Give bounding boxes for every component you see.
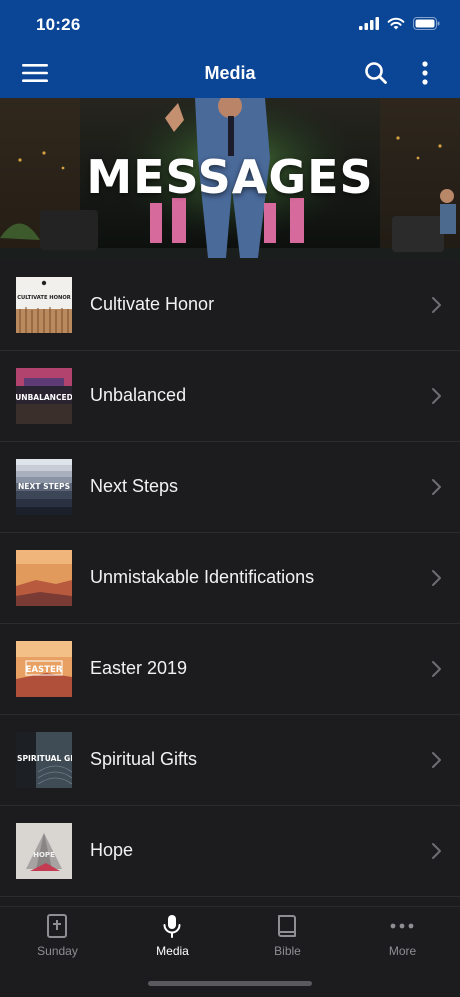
bible-cross-icon: [47, 914, 67, 938]
tab-label: Media: [156, 944, 189, 958]
vertical-dots-icon: [422, 61, 428, 85]
cultivate-honor-artwork: CULTIVATE HONOR: [16, 277, 72, 333]
message-series-list: CULTIVATE HONOR Cultivate Honor UNBALANC…: [0, 260, 460, 897]
page-title: Media: [204, 63, 256, 83]
spiritual-gifts-artwork: SPIRITUAL GI: [16, 732, 72, 788]
chevron-right-icon: [432, 843, 441, 859]
series-title: Unmistakable Identifications: [90, 567, 315, 587]
easter-2019-artwork: EASTER: [16, 641, 72, 697]
series-thumbnail: UNBALANCED: [16, 368, 72, 424]
search-icon: [365, 62, 387, 84]
series-title: Easter 2019: [90, 658, 188, 678]
list-item[interactable]: EASTER Easter 2019: [0, 624, 460, 715]
list-item[interactable]: UNBALANCED Unbalanced: [0, 351, 460, 442]
tab-label: More: [388, 944, 417, 958]
list-item[interactable]: CULTIVATE HONOR Cultivate Honor: [0, 260, 460, 351]
series-title: Unbalanced: [90, 385, 187, 405]
navigation-bar: Media: [0, 48, 460, 98]
series-thumbnail: CULTIVATE HONOR: [16, 277, 72, 333]
status-icons: [359, 17, 440, 30]
svg-text:SPIRITUAL GI: SPIRITUAL GI: [17, 754, 72, 763]
series-thumbnail: [16, 550, 72, 606]
series-title: Spiritual Gifts: [90, 749, 198, 769]
more-options-button[interactable]: [410, 58, 440, 88]
chevron-right-icon: [432, 297, 441, 313]
svg-text:CULTIVATE HONOR: CULTIVATE HONOR: [17, 295, 71, 301]
chevron-right-icon: [432, 661, 441, 677]
wifi-icon: [387, 17, 405, 30]
series-title: Hope: [90, 840, 134, 860]
list-item[interactable]: NEXT STEPS Next Steps: [0, 442, 460, 533]
series-title: Cultivate Honor: [90, 294, 215, 314]
unbalanced-artwork: UNBALANCED: [16, 368, 72, 424]
series-thumbnail: EASTER: [16, 641, 72, 697]
series-thumbnail: HOPE: [16, 823, 72, 879]
svg-text:UNBALANCED: UNBALANCED: [16, 393, 72, 402]
home-indicator: [148, 981, 312, 986]
status-time: 10:26: [36, 15, 81, 34]
hero-title: MESSAGES: [86, 150, 374, 204]
search-button[interactable]: [361, 58, 391, 88]
battery-icon: [413, 17, 440, 30]
list-item[interactable]: HOPE Hope: [0, 806, 460, 897]
tab-label: Sunday: [37, 944, 78, 958]
tab-label: Bible: [274, 944, 301, 958]
svg-text:EASTER: EASTER: [26, 665, 63, 675]
list-item[interactable]: Unmistakable Identifications: [0, 533, 460, 624]
series-thumbnail: NEXT STEPS: [16, 459, 72, 515]
unmistakable-identifications-artwork: [16, 550, 72, 606]
tab-media[interactable]: Media: [115, 907, 230, 967]
hope-artwork: HOPE: [16, 823, 72, 879]
chevron-right-icon: [432, 479, 441, 495]
horizontal-dots-icon: [390, 923, 414, 929]
chevron-right-icon: [432, 752, 441, 768]
svg-text:NEXT STEPS: NEXT STEPS: [18, 482, 70, 491]
tab-more[interactable]: More: [345, 907, 460, 967]
svg-text:HOPE: HOPE: [33, 851, 55, 859]
status-bar: 10:26: [0, 0, 460, 48]
series-thumbnail: SPIRITUAL GI: [16, 732, 72, 788]
chevron-right-icon: [432, 388, 441, 404]
tab-bible[interactable]: Bible: [230, 907, 345, 967]
list-item[interactable]: SPIRITUAL GI Spiritual Gifts: [0, 715, 460, 806]
next-steps-artwork: NEXT STEPS: [16, 459, 72, 515]
cellular-signal-icon: [359, 17, 379, 30]
chevron-right-icon: [432, 570, 441, 586]
book-icon: [278, 915, 296, 937]
tab-sunday[interactable]: Sunday: [0, 907, 115, 967]
messages-banner: MESSAGES: [0, 98, 460, 260]
series-title: Next Steps: [90, 476, 179, 496]
microphone-icon: [163, 915, 181, 938]
